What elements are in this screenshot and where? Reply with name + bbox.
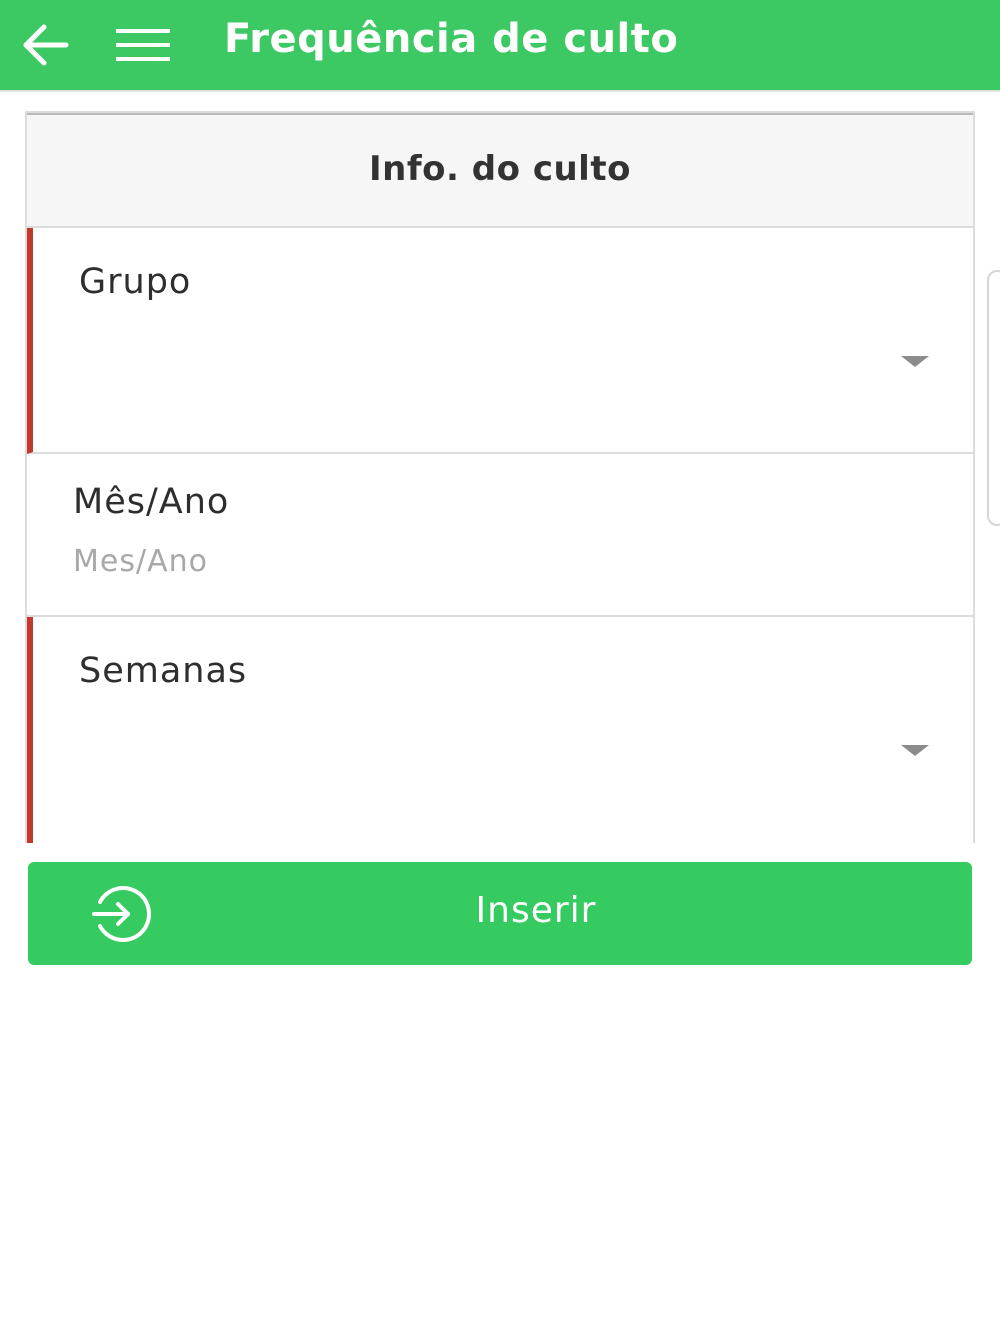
form-card: Info. do culto Grupo Mês/Ano Semanas bbox=[25, 111, 975, 843]
app-bar-shadow bbox=[0, 90, 1000, 93]
card-header: Info. do culto bbox=[27, 113, 973, 228]
mes-ano-field: Mês/Ano bbox=[27, 454, 973, 617]
semanas-label: Semanas bbox=[79, 651, 248, 691]
page-title: Frequência de culto bbox=[224, 16, 679, 62]
grupo-label: Grupo bbox=[79, 262, 192, 302]
inserir-button[interactable]: Inserir bbox=[28, 862, 972, 965]
app-bar: Frequência de culto bbox=[0, 0, 1000, 90]
grupo-select[interactable]: Grupo bbox=[27, 228, 973, 454]
arrow-left-icon[interactable] bbox=[22, 24, 70, 66]
card-header-title: Info. do culto bbox=[369, 149, 631, 189]
mes-ano-input[interactable] bbox=[73, 536, 933, 586]
chevron-down-icon[interactable] bbox=[901, 356, 929, 367]
hamburger-menu-icon[interactable] bbox=[114, 28, 172, 62]
side-drawer-handle[interactable] bbox=[987, 270, 1000, 526]
mes-ano-label: Mês/Ano bbox=[73, 482, 230, 522]
chevron-down-icon[interactable] bbox=[901, 745, 929, 756]
inserir-button-label: Inserir bbox=[475, 890, 597, 931]
semanas-select[interactable]: Semanas bbox=[27, 617, 973, 843]
